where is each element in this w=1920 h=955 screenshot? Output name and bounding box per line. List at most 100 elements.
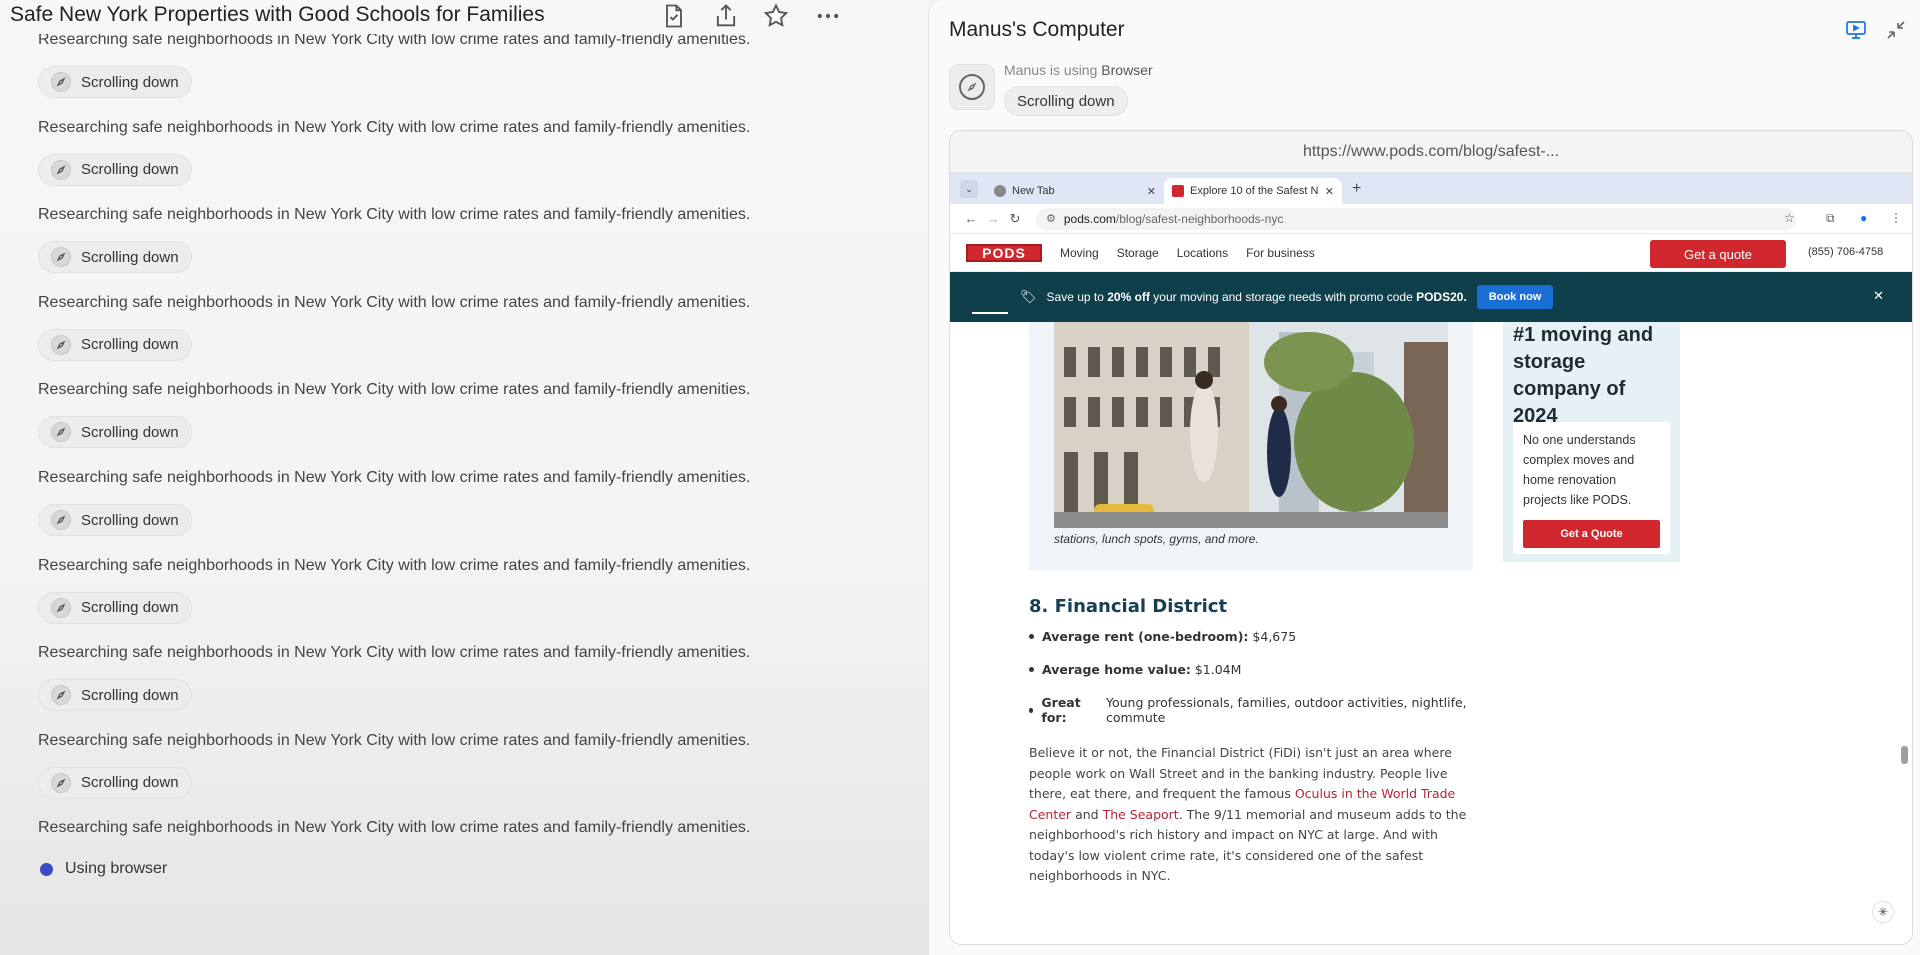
star-icon[interactable]: [762, 2, 790, 30]
extensions-icon[interactable]: ⧉: [1826, 211, 1835, 226]
loading-spinner-icon: ✳: [1872, 901, 1894, 923]
chip-label: Scrolling down: [81, 686, 179, 704]
promo-mid: your moving and storage needs with promo…: [1153, 290, 1413, 304]
nav-moving[interactable]: Moving: [1060, 246, 1099, 260]
tab-new-tab[interactable]: New Tab ✕: [986, 178, 1164, 204]
chip-label: Scrolling down: [81, 599, 179, 617]
feed-text: Researching safe neighborhoods in New Yo…: [38, 293, 751, 311]
feed-text: Researching safe neighborhoods in New Yo…: [38, 206, 751, 224]
browser-tool-icon: [949, 64, 995, 110]
browser-window: https://www.pods.com/blog/safest-... ⌄ N…: [949, 130, 1913, 945]
tag-icon: 🏷: [1020, 289, 1037, 304]
status-text: Using browser: [65, 860, 168, 877]
action-chip[interactable]: Scrolling down: [38, 66, 192, 98]
bullet-rent: Average rent (one-bedroom): $4,675: [1029, 629, 1479, 644]
chip-label: Scrolling down: [81, 511, 179, 529]
promo-side-card: #1 moving and storage company of 2024 No…: [1503, 322, 1680, 562]
action-chip[interactable]: Scrolling down: [38, 328, 192, 361]
nav-for-business[interactable]: For business: [1246, 246, 1315, 260]
promo-text: Save up to 20% off your moving and stora…: [1047, 290, 1467, 304]
action-chip[interactable]: Scrolling down: [38, 679, 192, 712]
compass-icon: [51, 772, 71, 793]
bullet-home-value: Average home value: $1.04M: [1029, 662, 1479, 677]
webpage: PODS Moving Storage Locations For busine…: [950, 234, 1912, 944]
get-a-quote-button[interactable]: Get a Quote: [1523, 520, 1660, 548]
more-icon[interactable]: [814, 2, 842, 30]
site-settings-icon[interactable]: ⚙: [1046, 212, 1056, 225]
get-quote-button[interactable]: Get a quote: [1650, 240, 1786, 268]
back-arrow-icon[interactable]: ←: [960, 211, 982, 226]
forward-arrow-icon[interactable]: →: [982, 211, 1004, 226]
tab-pods-article[interactable]: Explore 10 of the Safest N ✕: [1164, 178, 1342, 204]
chat-title: Safe New York Properties with Good Schoo…: [10, 3, 545, 26]
bullet-value: $4,675: [1252, 629, 1297, 644]
site-nav: PODS Moving Storage Locations For busine…: [950, 234, 1912, 272]
promo-discount: 20% off: [1107, 290, 1150, 304]
kebab-menu-icon[interactable]: ⋮: [1890, 211, 1902, 225]
book-now-button[interactable]: Book now: [1476, 285, 1554, 309]
chip-label: Scrolling down: [81, 73, 179, 91]
nav-storage[interactable]: Storage: [1117, 246, 1159, 260]
file-icon[interactable]: [660, 2, 688, 30]
section-title: 8. Financial District: [1029, 596, 1228, 617]
new-tab-plus-icon[interactable]: +: [1352, 180, 1361, 198]
bookmark-star-icon[interactable]: ☆: [1784, 211, 1795, 225]
chip-label: Scrolling down: [81, 161, 179, 179]
address-bar[interactable]: ⚙ pods.com/blog/safest-neighborhoods-nyc: [1036, 207, 1796, 230]
street-photo: [1054, 322, 1448, 528]
chip-label: Scrolling down: [81, 423, 179, 441]
url-display: https://www.pods.com/blog/safest-...: [950, 131, 1912, 173]
reload-icon[interactable]: ↻: [1004, 211, 1026, 227]
action-chip[interactable]: Scrolling down: [38, 504, 192, 536]
image-card: stations, lunch spots, gyms, and more.: [1029, 322, 1473, 570]
compass-icon: [51, 72, 71, 92]
action-chip[interactable]: Scrolling down: [38, 766, 192, 799]
compass-icon: [51, 247, 71, 268]
para-and: and: [1075, 806, 1099, 822]
promo-banner: 🏷 Save up to 20% off your moving and sto…: [950, 272, 1912, 322]
chip-label: Scrolling down: [81, 336, 179, 354]
chat-panel: Safe New York Properties with Good Schoo…: [0, 0, 928, 955]
action-chip[interactable]: Scrolling down: [38, 241, 192, 274]
side-heading: #1 moving and storage company of 2024: [1513, 324, 1654, 427]
tab-search-icon[interactable]: ⌄: [960, 180, 978, 198]
chip-label: Scrolling down: [81, 774, 179, 792]
nav-locations[interactable]: Locations: [1177, 246, 1228, 260]
share-icon[interactable]: [712, 2, 740, 30]
compass-icon: [51, 422, 71, 443]
profile-icon[interactable]: ●: [1860, 211, 1867, 225]
bullet-dot-icon: [1029, 667, 1034, 672]
bullet-label: Great for:: [1041, 695, 1081, 725]
pods-favicon-icon: [1172, 185, 1184, 197]
close-icon[interactable]: ✕: [1873, 288, 1884, 304]
chip-label: Scrolling down: [81, 248, 179, 266]
agent-prefix: Manus is using: [1004, 62, 1098, 78]
link-seaport[interactable]: The Seaport: [1103, 807, 1179, 822]
feed-text: Researching safe neighborhoods in New Yo…: [38, 819, 751, 837]
promo-progress: [972, 312, 1008, 314]
compass-icon: [51, 510, 71, 530]
feed-text: Researching safe neighborhoods in New Yo…: [38, 469, 751, 486]
action-chip[interactable]: Scrolling down: [38, 416, 192, 449]
monitor-icon[interactable]: [1844, 18, 1868, 42]
chrome-icon: [994, 185, 1006, 197]
address-path: /blog/safest-neighborhoods-nyc: [1115, 211, 1284, 226]
agent-action-chip: Scrolling down: [1004, 86, 1128, 116]
tab-label: New Tab: [1012, 185, 1055, 197]
collapse-icon[interactable]: [1884, 18, 1908, 42]
close-icon[interactable]: ✕: [1325, 185, 1334, 198]
bullet-label: Average rent (one-bedroom):: [1042, 629, 1249, 644]
feed-text: Researching safe neighborhoods in New Yo…: [38, 118, 751, 136]
bullet-dot-icon: [1029, 634, 1034, 639]
phone-number[interactable]: (855) 706-4758: [1808, 246, 1883, 258]
bullet-great-for: Great for: Young professionals, families…: [1029, 695, 1479, 725]
action-chip[interactable]: Scrolling down: [38, 153, 192, 186]
scrollbar-thumb[interactable]: [1901, 746, 1908, 764]
address-row: ← → ↻ ⚙ pods.com/blog/safest-neighborhoo…: [950, 204, 1912, 234]
action-chip[interactable]: Scrolling down: [38, 591, 192, 624]
pods-logo[interactable]: PODS: [966, 243, 1042, 262]
compass-icon: [51, 334, 71, 355]
chat-header: Safe New York Properties with Good Schoo…: [0, 0, 928, 34]
close-icon[interactable]: ✕: [1147, 185, 1156, 198]
image-caption: stations, lunch spots, gyms, and more.: [1054, 532, 1259, 546]
